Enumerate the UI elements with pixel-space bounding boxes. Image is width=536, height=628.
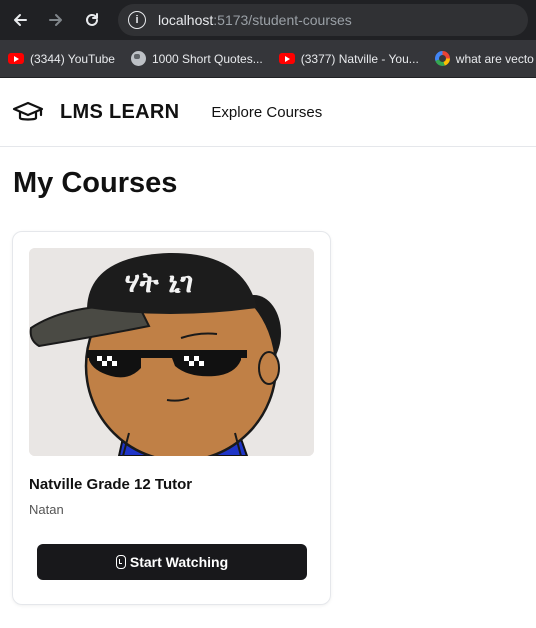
bookmark-label: (3377) Natville - You... (300, 51, 419, 66)
bookmark-youtube[interactable]: (3344) YouTube (8, 52, 115, 66)
bookmark-natville[interactable]: (3377) Natville - You... (278, 51, 419, 66)
arrow-left-icon (14, 14, 27, 26)
bookmark-label: what are vecto (455, 51, 534, 66)
url-host: localhost (158, 12, 214, 28)
brand-name[interactable]: LMS LEARN (60, 101, 179, 124)
forward-button[interactable] (44, 8, 68, 32)
arrow-right-icon (49, 14, 62, 26)
cartoon-avatar-image: ሃት ኒገ (29, 248, 314, 456)
reload-icon (86, 13, 98, 26)
site-info-icon[interactable]: i (128, 11, 146, 29)
browser-toolbar: i localhost:5173/student-courses (0, 0, 536, 40)
start-watching-label: Start Watching (129, 554, 229, 570)
bookmark-label: (3344) YouTube (30, 51, 115, 66)
graduation-cap-icon[interactable] (12, 100, 44, 124)
youtube-icon (8, 53, 24, 64)
youtube-icon (278, 53, 295, 64)
google-icon (434, 51, 450, 66)
url-path: :5173/student-courses (213, 12, 352, 28)
cap-text: ሃት ኒገ (125, 266, 193, 299)
globe-icon (130, 51, 146, 66)
bookmark-label: 1000 Short Quotes... (151, 51, 263, 66)
bookmark-google-search[interactable]: what are vecto (434, 51, 534, 66)
course-title[interactable]: Natville Grade 12 Tutor (29, 476, 314, 493)
course-card[interactable]: ሃት ኒገ Natville Grade 12 Tutor Natan Star… (12, 231, 331, 605)
reload-button[interactable] (80, 8, 104, 32)
back-button[interactable] (8, 8, 32, 32)
course-author: Natan (29, 502, 64, 517)
url-text: localhost:5173/student-courses (158, 12, 352, 28)
start-watching-button[interactable]: Start Watching (37, 544, 307, 580)
bookmarks-bar: (3344) YouTube 1000 Short Quotes... (337… (0, 40, 536, 78)
address-bar[interactable]: i localhost:5173/student-courses (118, 4, 528, 36)
page-title: My Courses (13, 167, 178, 199)
course-thumbnail: ሃት ኒገ (29, 248, 314, 456)
watch-icon (115, 555, 126, 569)
explore-courses-link[interactable]: Explore Courses (211, 104, 322, 121)
app-header: LMS LEARN Explore Courses (0, 78, 536, 147)
bookmark-short-quotes[interactable]: 1000 Short Quotes... (130, 51, 263, 66)
